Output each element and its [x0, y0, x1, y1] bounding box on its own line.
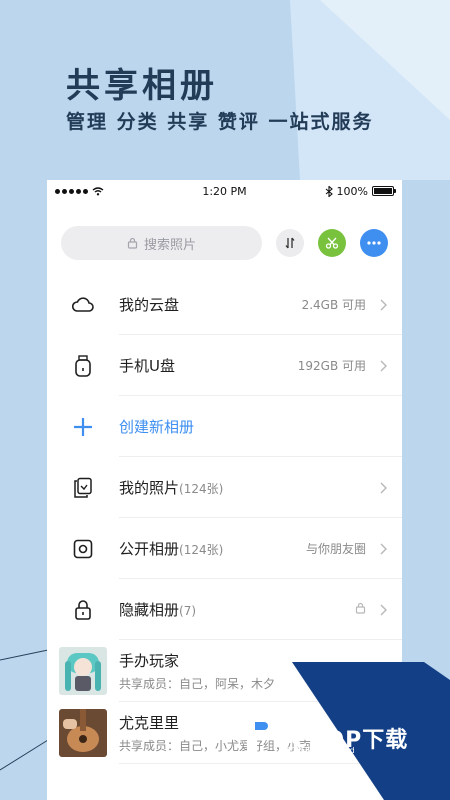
menu-label: 公开相册(124张) — [119, 540, 224, 558]
chevron-right-icon — [380, 604, 387, 615]
menu-item-hidden-album[interactable]: 隐藏相册(7) — [47, 579, 402, 640]
more-icon — [367, 241, 381, 245]
status-bar: 1:20 PM 100% — [47, 180, 402, 202]
menu-count: (124张) — [179, 482, 224, 496]
battery-area: 100% — [274, 184, 396, 198]
public-album-icon — [73, 539, 93, 558]
menu-item-usb[interactable]: 手机U盘 192GB 可用 — [47, 335, 402, 396]
chevron-right-icon — [380, 482, 387, 493]
battery-icon — [371, 186, 396, 196]
chevron-right-icon — [380, 299, 387, 310]
album-thumbnail — [59, 709, 107, 757]
hero-title: 共享相册 — [66, 66, 218, 106]
chevron-right-icon — [380, 543, 387, 554]
lock-small-icon — [127, 237, 138, 249]
sort-button[interactable] — [276, 229, 304, 257]
bluetooth-icon — [325, 185, 333, 197]
lock-small-icon — [355, 602, 366, 614]
menu-label: 我的云盘 — [119, 296, 180, 314]
sort-icon — [285, 237, 295, 249]
menu-item-create-album[interactable]: 创建新相册 — [47, 396, 402, 457]
wifi-icon — [92, 186, 104, 195]
menu-meta: 192GB 可用 — [297, 359, 366, 373]
pcpop-logo-icon — [247, 716, 275, 752]
menu-count: (124张) — [179, 543, 224, 557]
lock-icon — [75, 599, 91, 620]
menu-meta: 2.4GB 可用 — [301, 298, 366, 312]
toolbar: 搜索照片 — [47, 226, 402, 260]
cloud-icon — [71, 296, 94, 312]
chevron-right-icon — [380, 360, 387, 371]
menu-meta: 与你朋友圈 — [305, 542, 366, 556]
hero-subtitle: 管理 分类 共享 赞评 一站式服务 — [66, 111, 374, 133]
menu-label: 隐藏相册(7) — [119, 601, 197, 619]
menu-item-cloud[interactable]: 我的云盘 2.4GB 可用 — [47, 274, 402, 335]
menu-item-my-photos[interactable]: 我的照片(124张) — [47, 457, 402, 518]
battery-percent: 100% — [336, 184, 368, 198]
status-time: 1:20 PM — [202, 184, 247, 198]
menu-label: 创建新相册 — [119, 418, 195, 436]
scissors-button[interactable] — [318, 229, 346, 257]
album-name: 手办玩家 — [119, 652, 180, 670]
album-thumbnail — [59, 647, 107, 695]
signal-icon — [55, 188, 88, 194]
menu-label: 我的照片(124张) — [119, 479, 224, 497]
usb-drive-icon — [75, 354, 91, 377]
menu-count: (7) — [179, 604, 197, 618]
search-input[interactable]: 搜索照片 — [61, 226, 262, 260]
watermark-sub: PCPOP Download — [286, 746, 355, 755]
search-placeholder: 搜索照片 — [143, 237, 196, 253]
menu-meta — [355, 602, 366, 617]
scissors-icon — [325, 237, 339, 249]
plus-icon — [74, 417, 92, 436]
menu-label: 手机U盘 — [119, 357, 175, 375]
album-members: 共享成员：自己，阿呆，木夕 — [119, 677, 276, 691]
signal-area — [55, 186, 175, 196]
menu-item-public-album[interactable]: 公开相册(124张) 与你朋友圈 — [47, 518, 402, 579]
photo-icon — [74, 477, 92, 498]
more-button[interactable] — [360, 229, 388, 257]
